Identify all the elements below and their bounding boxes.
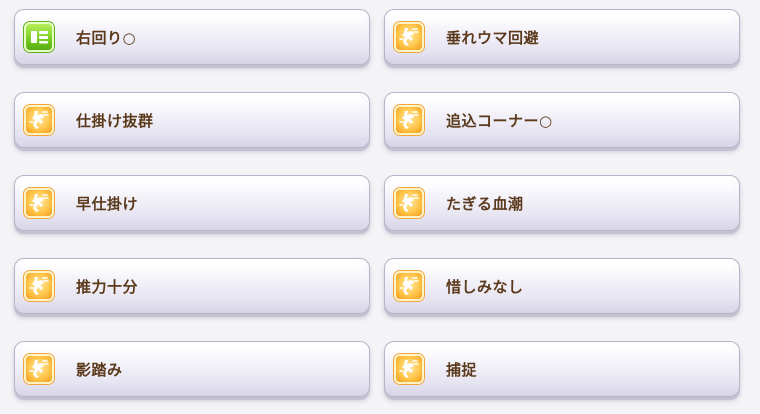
skill-label: 右回り○	[76, 28, 137, 47]
skill-card-early-move[interactable]: 早仕掛け	[14, 175, 370, 231]
skill-label: 垂れウマ回避	[446, 28, 540, 47]
skill-card-right-turn[interactable]: 右回り○	[14, 9, 370, 65]
skill-card-closer-corners[interactable]: 追込コーナー○	[384, 92, 740, 148]
skill-label: 影踏み	[76, 360, 123, 379]
orange-speed-icon	[24, 105, 54, 135]
orange-speed-icon	[24, 354, 54, 384]
skill-card-avoid-fading[interactable]: 垂れウマ回避	[384, 9, 740, 65]
skill-label: 惜しみなし	[446, 277, 524, 296]
skill-card-capture[interactable]: 捕捉	[384, 341, 740, 397]
skill-label: 仕掛け抜群	[76, 111, 154, 130]
orange-speed-icon	[394, 22, 424, 52]
orange-speed-icon	[394, 354, 424, 384]
skill-label: たぎる血潮	[446, 194, 524, 213]
orange-speed-icon	[24, 188, 54, 218]
skill-card-well-timed-move[interactable]: 仕掛け抜群	[14, 92, 370, 148]
skill-label: 追込コーナー○	[446, 111, 553, 130]
orange-speed-icon	[394, 188, 424, 218]
skill-card-shadow-step[interactable]: 影踏み	[14, 341, 370, 397]
skill-label: 推力十分	[76, 277, 139, 296]
orange-speed-icon	[24, 271, 54, 301]
skill-list: 右回り○ 垂れウマ回避 仕掛け抜群 追込コーナー○ 早仕掛け たぎる血潮 推力十…	[14, 9, 740, 397]
skill-label: 捕捉	[446, 360, 478, 379]
green-condition-icon	[24, 22, 54, 52]
orange-speed-icon	[394, 271, 424, 301]
skill-label: 早仕掛け	[76, 194, 139, 213]
skill-card-unsparing[interactable]: 惜しみなし	[384, 258, 740, 314]
skill-card-ample-thrust[interactable]: 推力十分	[14, 258, 370, 314]
orange-speed-icon	[394, 105, 424, 135]
skill-card-boiling-blood[interactable]: たぎる血潮	[384, 175, 740, 231]
